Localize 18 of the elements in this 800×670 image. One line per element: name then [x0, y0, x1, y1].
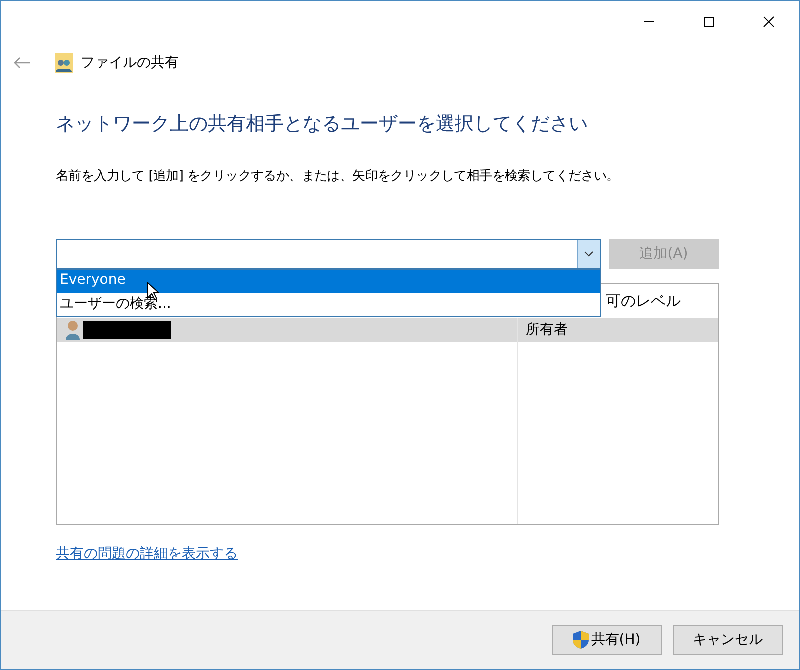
dropdown-option[interactable]: ユーザーの検索... [57, 293, 600, 316]
name-combo-box[interactable] [56, 239, 601, 269]
table-cell: 所有者 [526, 321, 568, 339]
instruction-text: 名前を入力して [追加] をクリックするか、または、矢印をクリックして相手を検索してください。 [56, 168, 620, 185]
dropdown-option[interactable]: Everyone [57, 270, 600, 293]
window-title: ファイルの共有 [81, 54, 179, 72]
back-arrow-icon[interactable] [13, 57, 31, 69]
table-row[interactable]: 所有者 [57, 318, 718, 342]
column-header[interactable]: 可のレベル [606, 292, 681, 310]
close-icon[interactable] [763, 16, 775, 28]
share-button[interactable]: 共有(H) [552, 625, 662, 655]
maximize-icon[interactable] [703, 16, 715, 28]
people-icon [55, 53, 73, 73]
user-icon [65, 320, 81, 340]
dialog-heading: ネットワーク上の共有相手となるユーザーを選択してください [56, 112, 589, 137]
details-link[interactable]: 共有の問題の詳細を表示する [56, 545, 238, 563]
cancel-button[interactable]: キャンセル [673, 625, 783, 655]
shield-icon [573, 631, 590, 649]
